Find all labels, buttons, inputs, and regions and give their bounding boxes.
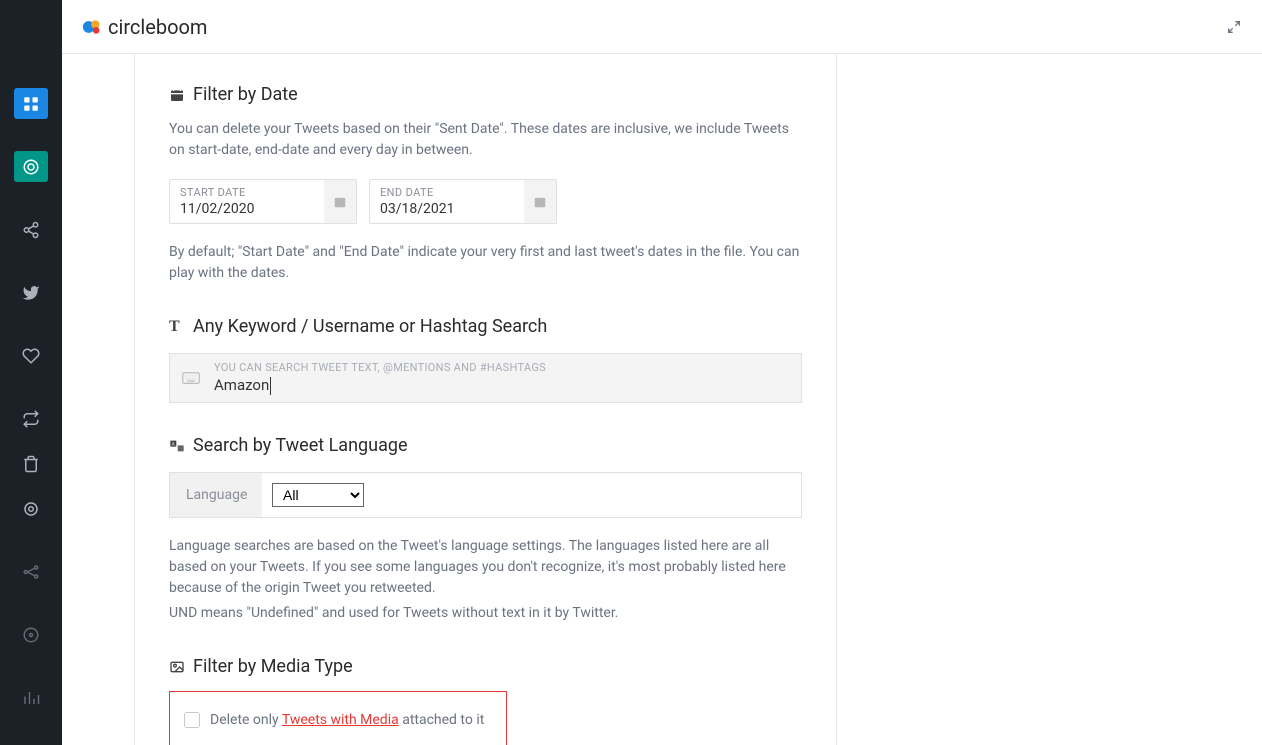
grid-icon bbox=[22, 95, 40, 113]
section-title-language: A Search by Tweet Language bbox=[169, 435, 802, 456]
sidebar-item-publish[interactable] bbox=[14, 151, 48, 182]
end-date-label: END DATE bbox=[380, 186, 514, 199]
sidebar-item-retweets[interactable] bbox=[14, 403, 48, 434]
sidebar-item-twitter[interactable] bbox=[14, 277, 48, 308]
tweets-with-media-link[interactable]: Tweets with Media bbox=[282, 712, 399, 728]
calendar-icon bbox=[169, 87, 185, 103]
section-title-language-text: Search by Tweet Language bbox=[193, 435, 408, 456]
image-icon bbox=[169, 659, 185, 675]
section-keyword-search: T Any Keyword / Username or Hashtag Sear… bbox=[169, 316, 802, 403]
sidebar-item-network[interactable] bbox=[14, 556, 48, 587]
keyword-search-input[interactable]: YOU CAN SEARCH TWEET TEXT, @MENTIONS AND… bbox=[169, 353, 802, 403]
date-description: You can delete your Tweets based on thei… bbox=[169, 119, 802, 161]
language-description: Language searches are based on the Tweet… bbox=[169, 536, 802, 599]
twitter-icon bbox=[22, 284, 40, 302]
sidebar-item-analytics[interactable] bbox=[14, 682, 48, 713]
calendar-icon bbox=[333, 195, 347, 209]
language-select[interactable]: All bbox=[272, 483, 364, 507]
sidebar-item-likes[interactable] bbox=[14, 340, 48, 371]
keyword-placeholder: YOU CAN SEARCH TWEET TEXT, @MENTIONS AND… bbox=[214, 361, 789, 374]
keyboard-icon bbox=[182, 371, 200, 385]
network-icon bbox=[22, 563, 40, 581]
text-icon: T bbox=[169, 319, 185, 335]
date-note: By default; "Start Date" and "End Date" … bbox=[169, 242, 802, 284]
brand-logo[interactable]: circleboom bbox=[82, 15, 207, 39]
end-date-value: 03/18/2021 bbox=[380, 201, 514, 217]
end-date-picker-button[interactable] bbox=[524, 180, 556, 223]
disc-icon bbox=[22, 626, 40, 644]
media-type-options-box: Delete only Tweets with Media attached t… bbox=[169, 691, 507, 745]
retweet-icon bbox=[22, 410, 40, 428]
globe-icon bbox=[22, 500, 40, 518]
media-opt-without[interactable]: Delete only Tweets without any Media att… bbox=[184, 740, 492, 745]
section-title-media: Filter by Media Type bbox=[169, 656, 802, 677]
language-label: Language bbox=[170, 473, 262, 517]
heart-icon bbox=[22, 347, 40, 365]
start-date-value: 11/02/2020 bbox=[180, 201, 314, 217]
section-media-type: Filter by Media Type Delete only Tweets … bbox=[169, 656, 802, 745]
language-row: Language All bbox=[169, 472, 802, 518]
bars-icon bbox=[22, 689, 40, 707]
calendar-icon bbox=[533, 195, 547, 209]
target-icon bbox=[22, 158, 40, 176]
sidebar-item-record[interactable] bbox=[14, 619, 48, 650]
keyword-value: Amazon bbox=[214, 376, 789, 395]
share-icon bbox=[22, 221, 40, 239]
section-title-keyword-text: Any Keyword / Username or Hashtag Search bbox=[193, 316, 547, 337]
media-opt-with-text: Delete only Tweets with Media attached t… bbox=[210, 712, 484, 728]
filter-card: Filter by Date You can delete your Tweet… bbox=[134, 54, 837, 745]
sidebar bbox=[0, 0, 62, 745]
media-opt-with[interactable]: Delete only Tweets with Media attached t… bbox=[184, 706, 492, 734]
trash-icon bbox=[22, 455, 40, 473]
language-description-2: UND means "Undefined" and used for Tweet… bbox=[169, 603, 802, 624]
main-scroll[interactable]: Filter by Date You can delete your Tweet… bbox=[62, 54, 1262, 745]
start-date-field[interactable]: START DATE 11/02/2020 bbox=[169, 179, 357, 224]
start-date-picker-button[interactable] bbox=[324, 180, 356, 223]
checkbox-with-media[interactable] bbox=[184, 712, 200, 728]
start-date-label: START DATE bbox=[180, 186, 314, 199]
sidebar-item-dashboard[interactable] bbox=[14, 88, 48, 119]
end-date-field[interactable]: END DATE 03/18/2021 bbox=[369, 179, 557, 224]
svg-text:A: A bbox=[172, 441, 175, 447]
fullscreen-icon[interactable] bbox=[1226, 19, 1242, 35]
brand-name: circleboom bbox=[108, 15, 207, 39]
section-title-media-text: Filter by Media Type bbox=[193, 656, 353, 677]
logo-mark-icon bbox=[82, 17, 102, 37]
sidebar-item-delete[interactable] bbox=[14, 448, 48, 479]
section-title-date: Filter by Date bbox=[169, 84, 802, 105]
sidebar-item-archive[interactable] bbox=[14, 493, 48, 524]
date-range-row: START DATE 11/02/2020 END DATE 03/18/202… bbox=[169, 179, 802, 224]
section-title-date-text: Filter by Date bbox=[193, 84, 298, 105]
sidebar-item-share[interactable] bbox=[14, 214, 48, 245]
topbar: circleboom bbox=[62, 0, 1262, 54]
section-title-keyword: T Any Keyword / Username or Hashtag Sear… bbox=[169, 316, 802, 337]
language-icon: A bbox=[169, 438, 185, 454]
section-language: A Search by Tweet Language Language All … bbox=[169, 435, 802, 624]
section-filter-by-date: Filter by Date You can delete your Tweet… bbox=[169, 84, 802, 284]
